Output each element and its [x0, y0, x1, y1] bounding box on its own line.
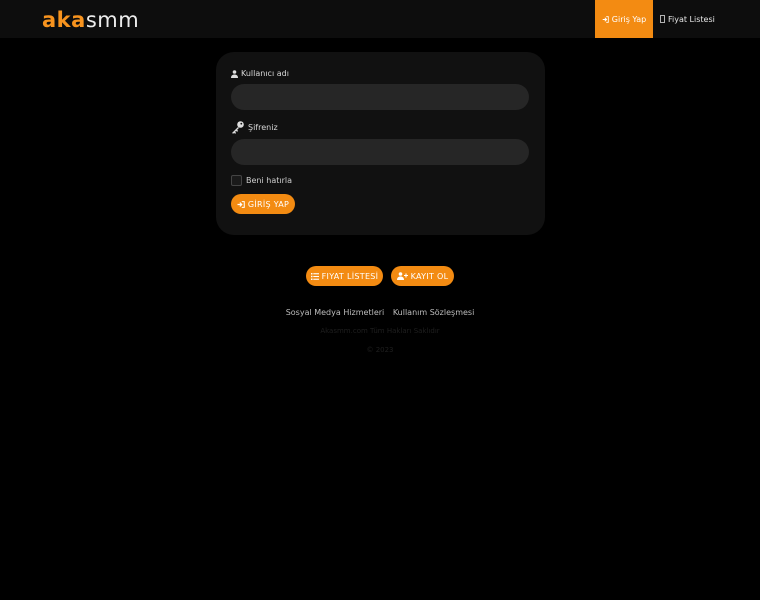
register-button-label: KAYIT OL [410, 271, 449, 281]
login-submit-label: GİRİŞ YAP [247, 199, 290, 209]
logo-text-accent: aka [42, 8, 86, 32]
brand-logo[interactable]: aka smm [42, 8, 139, 32]
nav-login-link[interactable]: Giriş Yap [595, 0, 653, 38]
price-list-button[interactable]: FIYAT LİSTESİ [306, 266, 383, 286]
password-input[interactable] [231, 139, 529, 165]
footer-link-social-media[interactable]: Sosyal Medya Hizmetleri [286, 308, 385, 317]
list-icon [310, 272, 319, 280]
username-input[interactable] [231, 84, 529, 110]
nav-login-label: Giriş Yap [611, 14, 647, 24]
username-label: Kullanıcı adı [241, 69, 289, 78]
login-card: Kullanıcı adı Şifreniz Beni hatırla GİRİ… [216, 52, 545, 235]
sign-in-icon [602, 15, 609, 23]
password-label: Şifreniz [248, 122, 278, 132]
register-button[interactable]: KAYIT OL [391, 266, 454, 286]
navbar: aka smm Giriş Yap Fiyat Listesi [0, 0, 760, 38]
remember-label: Beni hatırla [246, 176, 292, 185]
login-submit-button[interactable]: GİRİŞ YAP [231, 194, 295, 214]
logo-text: smm [85, 8, 140, 32]
copyright-year: © 2023 [366, 346, 394, 354]
sign-in-icon [237, 200, 245, 208]
copyright-text: Akasmm.com Tüm Hakları Saklıdır [320, 327, 440, 335]
user-icon [231, 69, 238, 78]
list-icon [660, 15, 665, 23]
remember-me[interactable]: Beni hatırla [231, 175, 292, 186]
nav-price-list-label: Fiyat Listesi [668, 14, 715, 24]
footer-links: Sosyal Medya Hizmetleri Kullanım Sözleşm… [0, 308, 760, 317]
user-plus-icon [396, 272, 408, 280]
key-icon [231, 120, 245, 134]
password-label-row: Şifreniz [231, 120, 278, 134]
nav-price-list-link[interactable]: Fiyat Listesi [660, 0, 715, 38]
username-label-row: Kullanıcı adı [231, 69, 289, 78]
remember-checkbox[interactable] [231, 175, 242, 186]
footer-link-terms[interactable]: Kullanım Sözleşmesi [393, 308, 474, 317]
price-list-button-label: FIYAT LİSTESİ [321, 271, 379, 281]
